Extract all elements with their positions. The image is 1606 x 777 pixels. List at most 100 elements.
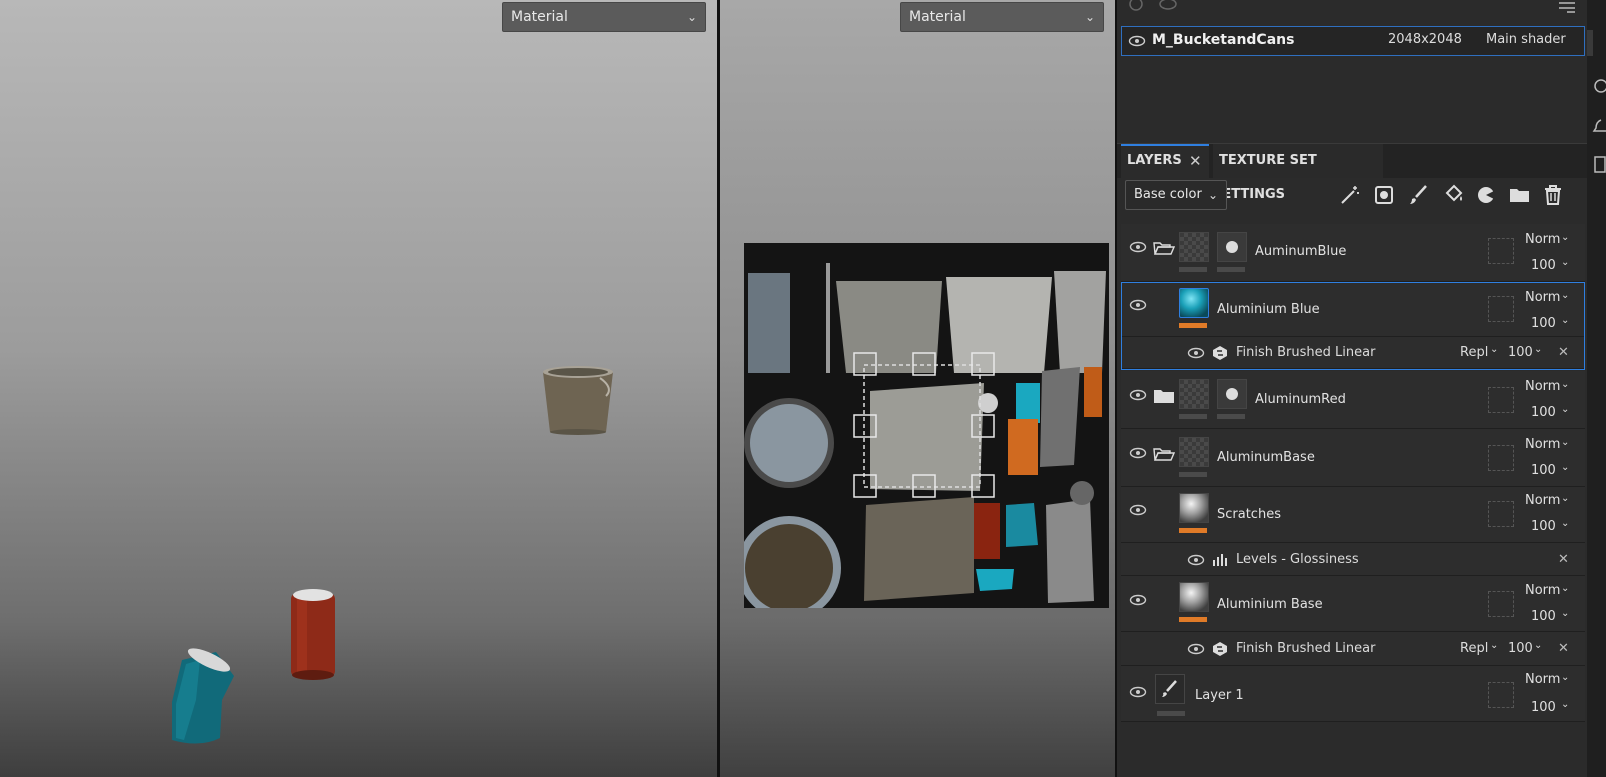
layer-row[interactable]: Aluminium Base Norm ⌄ 100 ⌄: [1121, 576, 1585, 632]
blend-mode[interactable]: Norm: [1525, 672, 1560, 687]
folder-open-icon[interactable]: [1153, 240, 1175, 256]
sphere-icon[interactable]: [1592, 78, 1606, 94]
viewport-2d[interactable]: Material ⌄: [720, 0, 1115, 777]
layer-opacity[interactable]: 100: [1531, 316, 1556, 331]
layer-row[interactable]: Aluminium Blue Norm ⌄ 100 ⌄: [1122, 283, 1584, 337]
close-icon[interactable]: ✕: [1558, 345, 1569, 360]
layer-opacity[interactable]: 100: [1531, 463, 1556, 478]
tab-layers[interactable]: LAYERS ✕: [1121, 144, 1209, 178]
layer-thumbnail: [1179, 437, 1209, 467]
document-icon[interactable]: [1592, 156, 1606, 174]
eye-icon[interactable]: [1129, 299, 1147, 311]
filter-icon[interactable]: [1557, 0, 1577, 14]
layer-row[interactable]: Layer 1 Norm ⌄ 100 ⌄: [1121, 666, 1585, 722]
close-icon[interactable]: ✕: [1558, 641, 1569, 656]
effect-row[interactable]: Finish Brushed Linear Repl ⌄ 100 ⌄ ✕: [1122, 337, 1584, 369]
eye-icon[interactable]: [1129, 594, 1147, 606]
layer-row[interactable]: AuminumBlue Norm ⌄ 100 ⌄: [1121, 224, 1585, 282]
layer-name: Layer 1: [1195, 688, 1244, 703]
eye-icon[interactable]: [1187, 554, 1205, 566]
layer-opacity[interactable]: 100: [1531, 405, 1556, 420]
scene-objects: [172, 366, 613, 744]
chevron-down-icon: ⌄: [1561, 257, 1570, 268]
chevron-down-icon: ⌄: [1207, 188, 1218, 202]
layer-opacity[interactable]: 100: [1531, 609, 1556, 624]
chevron-down-icon: ⌄: [1561, 437, 1570, 448]
layer-row[interactable]: AluminumRed Norm ⌄ 100 ⌄: [1121, 371, 1585, 429]
eye-icon[interactable]: [1187, 347, 1205, 359]
magic-wand-icon[interactable]: [1338, 183, 1362, 207]
eye-icon[interactable]: [1129, 686, 1147, 698]
folder-icon[interactable]: [1153, 388, 1175, 404]
chevron-down-icon: ⌄: [1561, 493, 1570, 504]
effect-opacity[interactable]: 100: [1508, 345, 1533, 360]
paint-layer-thumbnail: [1155, 674, 1185, 704]
effect-row[interactable]: Finish Brushed Linear Repl ⌄ 100 ⌄ ✕: [1121, 632, 1585, 666]
blend-mode[interactable]: Norm: [1525, 290, 1560, 305]
effect-blend-mode[interactable]: Repl: [1460, 641, 1488, 656]
layer-opacity[interactable]: 100: [1531, 519, 1556, 534]
add-effect-icon[interactable]: [1475, 183, 1499, 207]
eye-icon[interactable]: [1129, 447, 1147, 459]
mask-bar: [1179, 528, 1207, 533]
tab-texture-set-settings[interactable]: TEXTURE SET SETTINGS: [1213, 144, 1383, 202]
link-icon[interactable]: [1125, 0, 1147, 14]
chevron-down-icon: ⌄: [1561, 232, 1570, 243]
texture-set-resolution: 2048x2048: [1388, 32, 1462, 47]
layer-name: Aluminium Blue: [1217, 302, 1320, 317]
material-sphere-thumbnail: [1179, 288, 1209, 318]
viewport-2d-mode-dropdown[interactable]: Material ⌄: [900, 2, 1104, 32]
layer-row[interactable]: Scratches Norm ⌄ 100 ⌄: [1121, 487, 1585, 543]
eye-icon[interactable]: [1157, 0, 1179, 14]
blend-mode[interactable]: Norm: [1525, 379, 1560, 394]
blend-preview: [1488, 682, 1514, 708]
effect-row[interactable]: Levels - Glossiness ✕: [1121, 543, 1585, 576]
eye-icon[interactable]: [1129, 241, 1147, 253]
viewport-2d-mode-label: Material: [909, 9, 966, 25]
texture-set-row[interactable]: M_BucketandCans 2048x2048 Main shader: [1121, 26, 1585, 56]
bell-icon[interactable]: [1592, 118, 1606, 134]
eye-icon[interactable]: [1187, 643, 1205, 655]
close-icon[interactable]: ✕: [1189, 146, 1202, 176]
material-sphere-thumbnail: [1179, 493, 1209, 523]
close-icon[interactable]: ✕: [1558, 552, 1569, 567]
smart-mask-icon[interactable]: [1373, 183, 1397, 207]
fill-bucket-icon[interactable]: [1442, 183, 1466, 207]
mask-bar: [1179, 323, 1207, 328]
layer-thumbnail: [1179, 379, 1209, 409]
layers-toolbar: Base color ⌄: [1117, 180, 1587, 220]
blend-mode[interactable]: Norm: [1525, 493, 1560, 508]
mask-bar: [1157, 711, 1185, 716]
layer-row[interactable]: AluminumBase Norm ⌄ 100 ⌄: [1121, 429, 1585, 487]
layer-opacity[interactable]: 100: [1531, 700, 1556, 715]
eye-icon[interactable]: [1128, 35, 1146, 47]
effect-opacity[interactable]: 100: [1508, 641, 1533, 656]
blend-mode[interactable]: Norm: [1525, 437, 1560, 452]
chevron-down-icon: ⌄: [1490, 640, 1499, 651]
side-toolbar: [1587, 0, 1606, 777]
side-toolbar-scroll[interactable]: [1587, 30, 1593, 56]
levels-icon: [1213, 554, 1227, 566]
chevron-down-icon: ⌄: [1561, 462, 1570, 473]
blend-preview: [1488, 591, 1514, 617]
folder-icon[interactable]: [1508, 183, 1532, 207]
blend-mode[interactable]: Norm: [1525, 232, 1560, 247]
channel-dropdown[interactable]: Base color ⌄: [1125, 180, 1227, 210]
viewport-3d[interactable]: Material ⌄: [0, 0, 717, 777]
eye-icon[interactable]: [1129, 389, 1147, 401]
uv-texture-map: [744, 243, 1109, 608]
layer-mask-bar: [1179, 267, 1207, 272]
layer-opacity[interactable]: 100: [1531, 258, 1556, 273]
blend-mode[interactable]: Norm: [1525, 583, 1560, 598]
blend-preview: [1488, 501, 1514, 527]
chevron-down-icon: ⌄: [1561, 699, 1570, 710]
chevron-down-icon: ⌄: [1561, 379, 1570, 390]
eye-icon[interactable]: [1129, 504, 1147, 516]
mask-thumbnail: [1217, 232, 1247, 262]
texture-set-shader: Main shader: [1486, 32, 1566, 47]
paint-brush-icon[interactable]: [1407, 183, 1431, 207]
folder-open-icon[interactable]: [1153, 446, 1175, 462]
trash-icon[interactable]: [1541, 183, 1565, 207]
effect-blend-mode[interactable]: Repl: [1460, 345, 1488, 360]
effect-name: Finish Brushed Linear: [1236, 641, 1376, 656]
